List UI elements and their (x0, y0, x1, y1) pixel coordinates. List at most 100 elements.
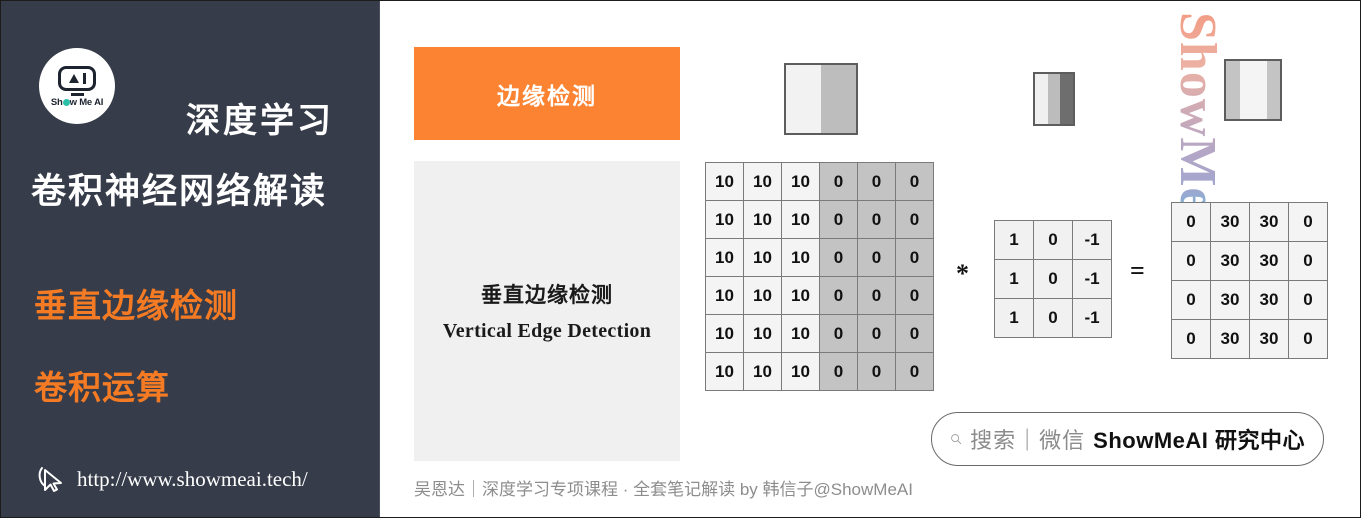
matrix-cell: 10 (705, 352, 744, 391)
thumb-band-mid (1047, 74, 1061, 124)
matrix-cell: 1 (994, 259, 1034, 299)
matrix-cell: 0 (857, 276, 896, 315)
matrix-cell: 0 (1171, 319, 1211, 359)
matrix-cell: 0 (819, 238, 858, 277)
thumb-band-light (786, 65, 821, 133)
matrix-cell: 0 (1033, 220, 1073, 260)
search-icon (951, 434, 962, 445)
matrix-row: 10 10 10 0 0 0 (705, 276, 934, 315)
matrix-cell: 0 (857, 314, 896, 353)
matrix-cell: 0 (857, 352, 896, 391)
matrix-row: 1 0 -1 (994, 259, 1112, 299)
robot-face-icon (58, 66, 96, 91)
description-title-en: Vertical Edge Detection (442, 320, 652, 342)
matrix-row: 10 10 10 0 0 0 (705, 200, 934, 239)
matrix-cell: 10 (781, 314, 820, 353)
matrix-cell: 0 (1288, 241, 1328, 281)
logo-brand-post: w Me AI (69, 97, 104, 108)
mouse-pointer-icon (38, 467, 62, 492)
website-url-text: http://www.showmeai.tech/ (77, 466, 308, 491)
matrix-cell: 0 (1033, 298, 1073, 338)
matrix-cell: 10 (743, 276, 782, 315)
matrix-cell: 10 (705, 238, 744, 277)
thumb-band-dark (1060, 74, 1074, 124)
output-image-thumb (1224, 59, 1282, 121)
matrix-row: 10 10 10 0 0 0 (705, 314, 934, 353)
matrix-cell: 30 (1249, 202, 1289, 242)
matrix-row: 1 0 -1 (994, 220, 1112, 260)
search-placeholder-text: 搜索｜微信 (970, 428, 1086, 453)
matrix-cell: 10 (781, 200, 820, 239)
output-matrix: 0 30 30 0 0 30 30 0 0 30 30 0 0 30 30 0 (1171, 202, 1328, 359)
output-matrix-body: 0 30 30 0 0 30 30 0 0 30 30 0 0 30 30 0 (1171, 202, 1328, 359)
matrix-cell: 0 (895, 238, 934, 277)
matrix-cell: 10 (781, 162, 820, 201)
matrix-cell: 30 (1249, 280, 1289, 320)
matrix-cell: 1 (994, 298, 1034, 338)
page-title: 卷积神经网络解读 (31, 172, 328, 211)
section-banner-label: 边缘检测 (497, 82, 597, 109)
search-account-name: ShowMeAI 研究中心 (1093, 428, 1305, 453)
logo-brand-text: Sh w Me AI (51, 97, 104, 108)
matrix-cell: 10 (743, 200, 782, 239)
matrix-cell: 0 (1171, 202, 1211, 242)
thumb-band-gray (821, 65, 856, 133)
matrix-cell: 0 (819, 276, 858, 315)
matrix-cell: 0 (1171, 280, 1211, 320)
kernel-matrix: 1 0 -1 1 0 -1 1 0 -1 (994, 220, 1112, 338)
matrix-cell: 1 (994, 220, 1034, 260)
matrix-cell: 0 (857, 200, 896, 239)
matrix-cell: 30 (1249, 319, 1289, 359)
matrix-cell: 0 (819, 314, 858, 353)
matrix-cell: 0 (857, 162, 896, 201)
matrix-cell: 0 (819, 162, 858, 201)
matrix-row: 10 10 10 0 0 0 (705, 238, 934, 277)
matrix-cell: 0 (895, 200, 934, 239)
matrix-cell: 10 (781, 352, 820, 391)
thumb-band-gray-right (1266, 61, 1280, 119)
thumb-band-gray-left (1226, 61, 1240, 119)
matrix-row: 10 10 10 0 0 0 (705, 162, 934, 201)
wechat-search-bar[interactable]: 搜索｜微信 ShowMeAI 研究中心 (931, 412, 1324, 466)
matrix-cell: 30 (1210, 280, 1250, 320)
kernel-matrix-body: 1 0 -1 1 0 -1 1 0 -1 (994, 220, 1112, 338)
main-content: ShowMeAI 边缘检测 垂直边缘检测 Vertical Edge Detec… (380, 1, 1360, 517)
matrix-cell: 0 (1288, 319, 1328, 359)
matrix-cell: 30 (1249, 241, 1289, 281)
matrix-cell: 0 (895, 162, 934, 201)
matrix-cell: 0 (1171, 241, 1211, 281)
description-panel: 垂直边缘检测 Vertical Edge Detection (414, 161, 680, 461)
matrix-cell: 10 (705, 162, 744, 201)
thumb-band-light (1035, 74, 1048, 124)
logo-dot-icon (62, 99, 70, 106)
matrix-row: 10 10 10 0 0 0 (705, 352, 934, 391)
matrix-cell: 10 (781, 238, 820, 277)
convolution-operator: * (956, 259, 969, 288)
input-image-thumb (784, 63, 858, 135)
matrix-cell: 0 (857, 238, 896, 277)
equals-operator: = (1130, 256, 1145, 285)
letter-i-glyph (82, 73, 86, 84)
matrix-cell: 10 (743, 314, 782, 353)
matrix-cell: 30 (1210, 319, 1250, 359)
course-series-title: 深度学习 (186, 102, 334, 140)
matrix-cell: 30 (1210, 202, 1250, 242)
slide-root: Sh w Me AI 深度学习 卷积神经网络解读 垂直边缘检测 卷积运算 http… (0, 0, 1361, 518)
matrix-cell: 0 (1033, 259, 1073, 299)
website-url-row[interactable]: http://www.showmeai.tech/ (35, 464, 308, 494)
matrix-cell: 0 (819, 200, 858, 239)
input-matrix-body: 10 10 10 0 0 0 10 10 10 0 0 0 10 10 10 0 0 0 10 10 10 0 0 0 10 10… (705, 162, 934, 391)
footer-caption: 吴恩达｜深度学习专项课程 · 全套笔记解读 by 韩信子@ShowMeAI (414, 480, 913, 499)
matrix-cell: 0 (895, 352, 934, 391)
letter-a-glyph (68, 74, 79, 83)
matrix-row: 0 30 30 0 (1171, 241, 1328, 281)
topic-label-secondary: 卷积运算 (34, 369, 170, 406)
matrix-cell: -1 (1072, 298, 1112, 338)
topic-label-primary: 垂直边缘检测 (34, 287, 238, 324)
matrix-row: 1 0 -1 (994, 298, 1112, 338)
matrix-cell: 10 (705, 200, 744, 239)
input-matrix: 10 10 10 0 0 0 10 10 10 0 0 0 10 10 10 0 0 0 10 10 10 0 0 0 10 10… (705, 162, 934, 391)
matrix-cell: 0 (895, 314, 934, 353)
matrix-cell: 0 (819, 352, 858, 391)
description-title-cn: 垂直边缘检测 (481, 284, 613, 307)
